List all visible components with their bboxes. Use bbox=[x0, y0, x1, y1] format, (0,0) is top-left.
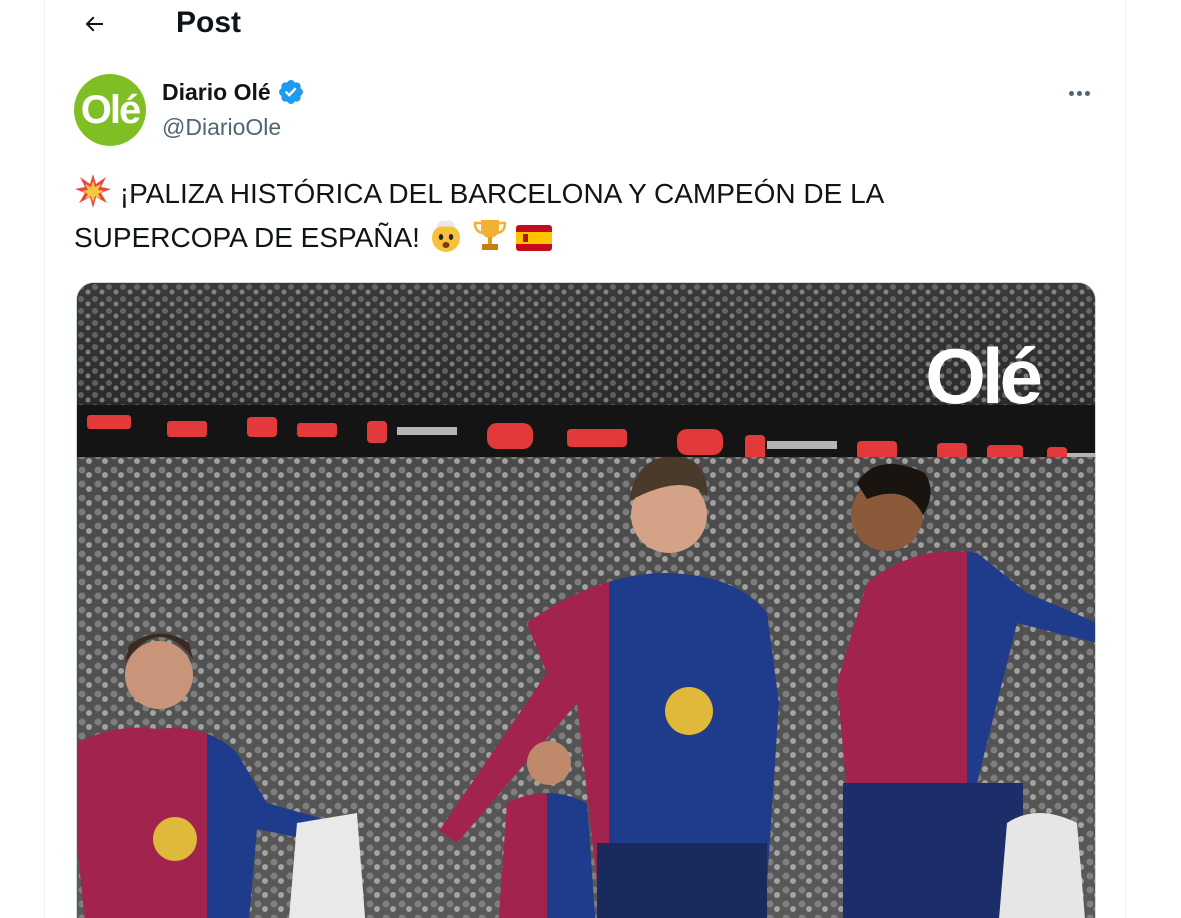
collision-emoji-icon bbox=[75, 174, 111, 208]
exploding-head-emoji-icon bbox=[431, 220, 460, 252]
author-handle[interactable]: @DiarioOle bbox=[162, 114, 281, 141]
dot bbox=[1084, 90, 1090, 96]
verified-badge-icon[interactable] bbox=[277, 78, 305, 106]
arrow-left-icon bbox=[85, 16, 103, 32]
author-display-name-row[interactable]: Diario Olé bbox=[162, 78, 305, 106]
tweet-text: ¡PALIZA HISTÓRICA DEL BARCELONA Y CAMPEÓ… bbox=[74, 172, 1074, 260]
trophy-emoji-icon bbox=[473, 220, 506, 250]
page-title: Post bbox=[176, 6, 242, 39]
avatar[interactable]: Olé bbox=[74, 74, 146, 146]
ole-watermark-logo: Olé bbox=[925, 332, 1043, 420]
dot bbox=[1076, 90, 1082, 96]
tweet-line-2-text: SUPERCOPA DE ESPAÑA! bbox=[74, 222, 420, 253]
back-button[interactable] bbox=[74, 4, 114, 44]
page: Post Olé Diario Olé @DiarioOle ¡PALIZA H… bbox=[0, 0, 1181, 918]
post-image[interactable]: Olé bbox=[76, 282, 1096, 918]
tweet-line-1: ¡PALIZA HISTÓRICA DEL BARCELONA Y CAMPEÓ… bbox=[74, 172, 1074, 216]
dot bbox=[1068, 90, 1074, 96]
spain-flag-emoji-icon bbox=[516, 225, 553, 251]
author-display-name[interactable]: Diario Olé bbox=[162, 79, 271, 106]
tweet-line-2: SUPERCOPA DE ESPAÑA! bbox=[74, 216, 1074, 260]
more-options-button[interactable] bbox=[1060, 78, 1098, 108]
avatar-logo-text: Olé bbox=[80, 87, 142, 132]
tweet-line-1-text: ¡PALIZA HISTÓRICA DEL BARCELONA Y CAMPEÓ… bbox=[119, 178, 885, 209]
